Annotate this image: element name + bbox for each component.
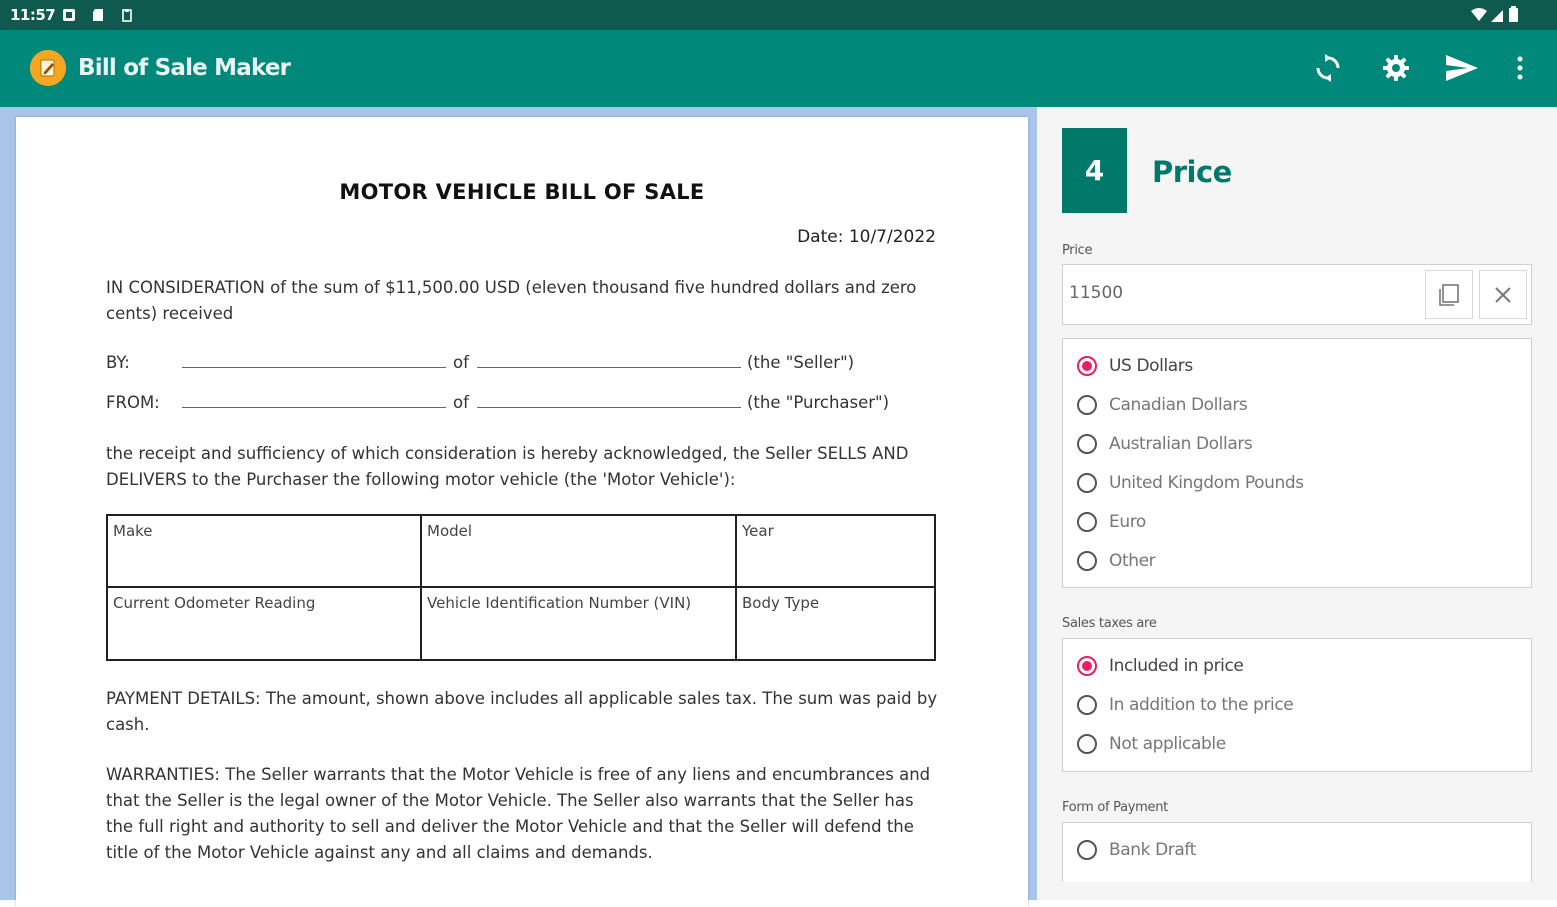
radio-label: Other (1109, 551, 1156, 571)
form-pane[interactable]: 4 Price Price 11500 US Dollars Canadian … (1037, 107, 1557, 900)
radio-button[interactable] (1077, 434, 1097, 454)
document-title: MOTOR VEHICLE BILL OF SALE (339, 180, 705, 204)
seller-address-line (477, 367, 741, 368)
status-bar: 11:57 (0, 0, 1557, 30)
payment-radio-group: Bank Draft (1062, 822, 1532, 882)
radio-button[interactable] (1077, 395, 1097, 415)
radio-australian-dollars[interactable]: Australian Dollars (1077, 429, 1253, 459)
gear-icon (1383, 55, 1409, 81)
receipt-paragraph: the receipt and sufficiency of which con… (106, 444, 909, 489)
radio-other[interactable]: Other (1077, 546, 1156, 576)
radio-bank-draft[interactable]: Bank Draft (1077, 835, 1196, 865)
radio-button-checked[interactable] (1077, 356, 1097, 376)
refresh-button[interactable] (1310, 50, 1346, 86)
purchaser-name-line (182, 407, 446, 408)
seller-line: BY: of (the "Seller") (106, 353, 942, 375)
radio-button-checked[interactable] (1077, 656, 1097, 676)
radio-button[interactable] (1077, 473, 1097, 493)
seller-role: (the "Seller") (747, 353, 855, 372)
document-preview-pane[interactable]: MOTOR VEHICLE BILL OF SALE Date: 10/7/20… (0, 107, 1037, 907)
table-cell-vin: Vehicle Identification Number (VIN) (422, 588, 737, 659)
radio-label: Not applicable (1109, 734, 1226, 754)
radio-canadian-dollars[interactable]: Canadian Dollars (1077, 390, 1248, 420)
price-input[interactable]: 11500 (1062, 264, 1532, 325)
radio-us-dollars[interactable]: US Dollars (1077, 351, 1193, 381)
more-vert-icon (1517, 56, 1523, 80)
clear-price-button[interactable] (1479, 270, 1527, 319)
seller-name-line (182, 367, 446, 368)
clipboard-icon (122, 9, 132, 22)
radio-label: Canadian Dollars (1109, 395, 1248, 415)
radio-label: Included in price (1109, 656, 1244, 676)
purchaser-line: FROM: of (the "Purchaser") (106, 393, 942, 415)
radio-label: Australian Dollars (1109, 434, 1253, 454)
radio-button[interactable] (1077, 512, 1097, 532)
radio-button[interactable] (1077, 551, 1097, 571)
table-cell-body-type: Body Type (742, 594, 820, 612)
scroll-fade (1037, 882, 1557, 900)
document-date: Date: 10/7/2022 (797, 227, 936, 247)
send-button[interactable] (1444, 50, 1480, 86)
radio-button[interactable] (1077, 840, 1097, 860)
radio-label: In addition to the price (1109, 695, 1294, 715)
radio-in-addition[interactable]: In addition to the price (1077, 690, 1294, 720)
table-cell-model: Model (422, 516, 737, 588)
notification-icon (63, 9, 75, 21)
close-icon (1495, 286, 1511, 303)
radio-label: US Dollars (1109, 356, 1193, 376)
vehicle-table: Make Model Year Current Odometer Reading… (106, 514, 936, 661)
radio-button[interactable] (1077, 695, 1097, 715)
consideration-paragraph: IN CONSIDERATION of the sum of $11,500.0… (106, 278, 917, 323)
more-options-button[interactable] (1502, 50, 1538, 86)
settings-button[interactable] (1378, 50, 1414, 86)
radio-label: Bank Draft (1109, 840, 1196, 860)
battery-icon (1509, 8, 1518, 22)
radio-not-applicable[interactable]: Not applicable (1077, 729, 1226, 759)
radio-included-in-price[interactable]: Included in price (1077, 651, 1244, 681)
seller-of: of (453, 353, 469, 372)
sales-tax-radio-group: Included in price In addition to the pri… (1062, 638, 1532, 772)
refresh-icon (1316, 54, 1340, 82)
radio-uk-pounds[interactable]: United Kingdom Pounds (1077, 468, 1304, 498)
send-icon (1446, 55, 1478, 81)
table-cell-odometer: Current Odometer Reading (108, 588, 422, 659)
radio-button[interactable] (1077, 734, 1097, 754)
payment-form-label: Form of Payment (1062, 800, 1168, 815)
sales-tax-label: Sales taxes are (1062, 616, 1157, 631)
price-value[interactable]: 11500 (1069, 283, 1123, 303)
pencil-note-icon (30, 50, 66, 86)
app-bar: Bill of Sale Maker (0, 30, 1557, 107)
document-page: MOTOR VEHICLE BILL OF SALE Date: 10/7/20… (16, 117, 1028, 907)
signal-icon (1491, 10, 1503, 22)
table-cell-year: Year (737, 516, 934, 588)
system-status-icons (1471, 6, 1518, 22)
seller-label: BY: (106, 353, 130, 372)
app-title: Bill of Sale Maker (78, 55, 291, 81)
calculator-button[interactable] (1425, 270, 1473, 319)
radio-label: United Kingdom Pounds (1109, 473, 1304, 493)
copy-icon (1439, 283, 1459, 306)
radio-label: Euro (1109, 512, 1146, 532)
purchaser-address-line (477, 407, 741, 408)
warranties-paragraph: WARRANTIES: The Seller warrants that the… (106, 765, 931, 862)
app-logo (30, 50, 66, 86)
step-number-badge: 4 (1062, 128, 1127, 213)
currency-radio-group: US Dollars Canadian Dollars Australian D… (1062, 338, 1532, 588)
price-label: Price (1062, 243, 1093, 258)
step-title: Price (1152, 155, 1232, 189)
sd-card-icon (93, 9, 103, 21)
purchaser-role: (the "Purchaser") (747, 393, 890, 412)
table-cell-make: Make (108, 516, 422, 588)
radio-euro[interactable]: Euro (1077, 507, 1146, 537)
wifi-icon (1471, 8, 1487, 21)
purchaser-of: of (453, 393, 469, 412)
payment-paragraph: PAYMENT DETAILS: The amount, shown above… (106, 689, 938, 734)
status-time: 11:57 (10, 6, 56, 24)
purchaser-label: FROM: (106, 393, 160, 412)
